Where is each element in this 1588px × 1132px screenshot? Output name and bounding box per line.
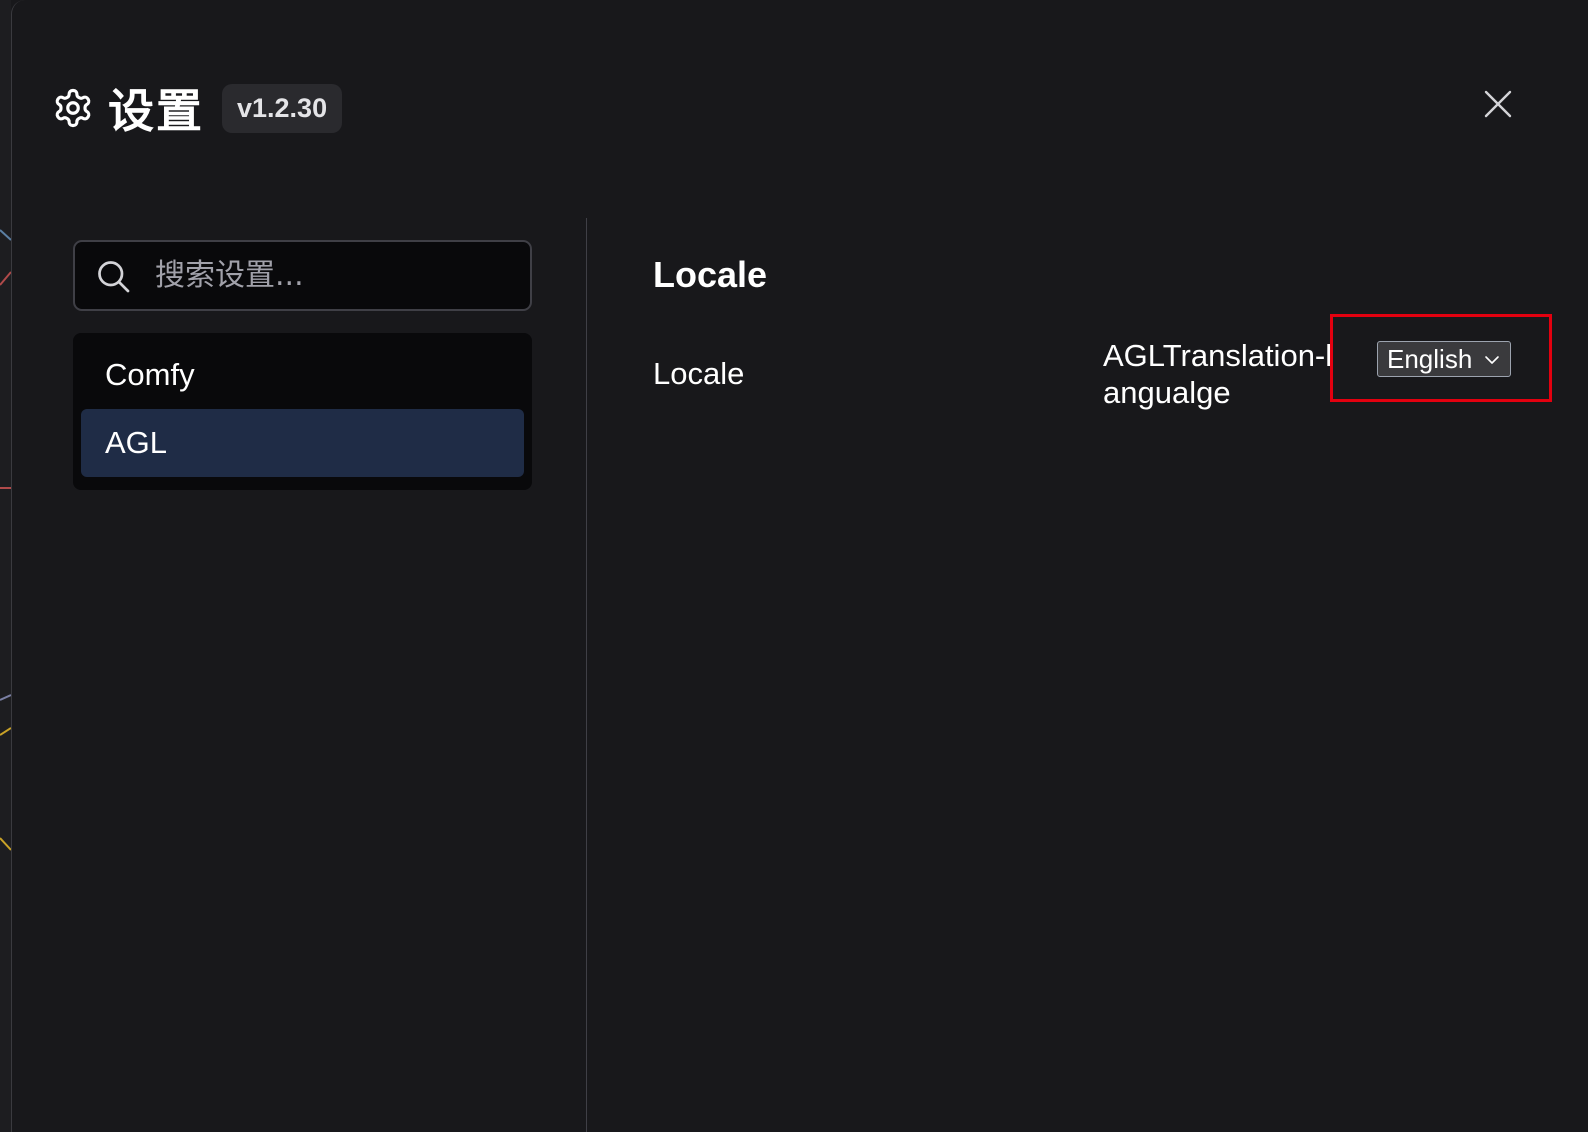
panel-divider xyxy=(586,218,587,1132)
settings-dialog: 设置 v1.2.30 Comfy AGL Locale Locale AGLTr… xyxy=(11,0,1588,1132)
category-list: Comfy AGL xyxy=(73,333,532,490)
dialog-header: 设置 v1.2.30 xyxy=(52,78,343,138)
close-button[interactable] xyxy=(1482,88,1514,120)
setting-row-label: Locale xyxy=(653,356,745,391)
sidebar-item-agl[interactable]: AGL xyxy=(81,409,524,477)
chevron-down-icon xyxy=(1485,356,1499,364)
close-icon xyxy=(1484,90,1512,118)
canvas-background xyxy=(0,0,11,1132)
search-box[interactable] xyxy=(73,240,532,311)
sidebar-item-label: AGL xyxy=(105,425,168,460)
setting-name: AGLTranslation-langualge xyxy=(1103,338,1333,410)
gear-icon xyxy=(52,87,94,129)
section-title: Locale xyxy=(653,254,768,295)
sidebar-item-label: Comfy xyxy=(105,357,195,392)
version-badge: v1.2.30 xyxy=(222,83,343,133)
sidebar-item-comfy[interactable]: Comfy xyxy=(81,341,524,409)
search-icon xyxy=(98,260,130,292)
language-select[interactable]: English xyxy=(1377,341,1511,377)
language-select-value: English xyxy=(1387,343,1473,374)
page-title: 设置 xyxy=(108,84,204,138)
search-input[interactable] xyxy=(153,257,497,294)
